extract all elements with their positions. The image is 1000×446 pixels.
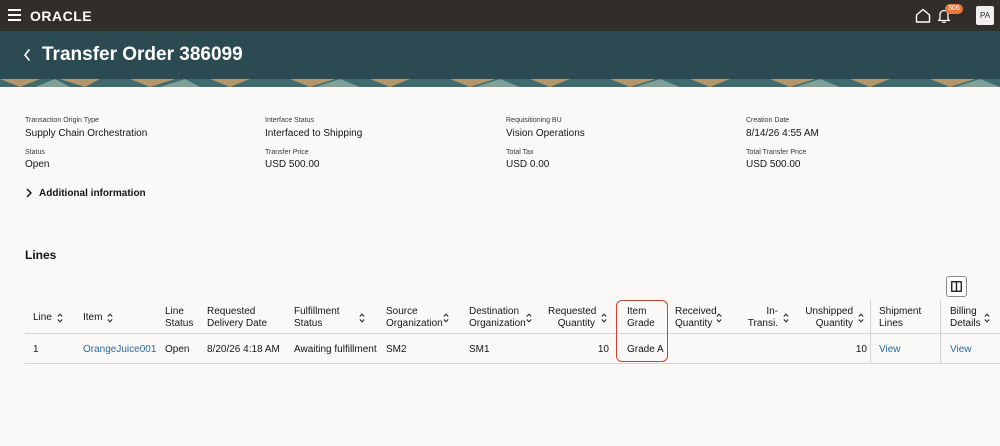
col-header-received-quantity[interactable]: Received Quantity <box>675 306 717 330</box>
col-header-fulfillment-status[interactable]: Fulfillment Status <box>294 306 340 330</box>
cell-source-organization: SM2 <box>386 344 407 355</box>
interface-status-label: Interface Status <box>265 117 315 124</box>
transaction-origin-type-value: Supply Chain Orchestration <box>25 128 148 139</box>
sort-icon[interactable] <box>783 313 789 323</box>
transfer-price-value: USD 500.00 <box>265 159 320 170</box>
additional-information-toggle[interactable]: Additional information <box>25 186 146 200</box>
oracle-logo[interactable]: ORACLE <box>30 8 92 24</box>
col-header-source-organization[interactable]: Source Organization <box>386 306 443 330</box>
col-header-line-status[interactable]: Line Status <box>165 306 193 330</box>
sort-icon[interactable] <box>107 313 113 323</box>
chevron-right-icon <box>26 188 32 198</box>
total-transfer-price-label: Total Transfer Price <box>746 149 807 156</box>
cell-requested-delivery-date: 8/20/26 4:18 AM <box>207 344 280 355</box>
col-header-billing-details[interactable]: Billing Details <box>950 306 981 330</box>
col-header-requested-delivery-date[interactable]: Requested Delivery Date <box>207 306 267 330</box>
item-link[interactable]: OrangeJuice001 <box>83 344 156 355</box>
back-icon[interactable] <box>22 48 32 62</box>
transfer-price-label: Transfer Price <box>265 149 309 156</box>
table-row-divider <box>25 363 1000 364</box>
item-grade-column-highlight <box>616 300 668 362</box>
sort-icon[interactable] <box>57 313 63 323</box>
cell-line: 1 <box>33 344 39 355</box>
cell-line-status: Open <box>165 344 190 355</box>
interface-status-value: Interfaced to Shipping <box>265 128 363 139</box>
column-divider <box>870 300 871 364</box>
sort-icon[interactable] <box>443 313 449 323</box>
col-header-shipment-lines[interactable]: Shipment Lines <box>879 306 921 330</box>
total-transfer-price-value: USD 500.00 <box>746 159 801 170</box>
col-header-destination-organization[interactable]: Destination Organization <box>469 306 526 330</box>
manage-columns-button[interactable] <box>946 276 967 297</box>
cell-requested-quantity: 10 <box>597 344 609 355</box>
col-header-item[interactable]: Item <box>83 312 102 324</box>
header-decorative-pattern <box>0 79 1000 87</box>
total-tax-value: USD 0.00 <box>506 159 550 170</box>
cell-fulfillment-status: Awaiting fulfillment <box>294 344 377 355</box>
status-label: Status <box>25 149 45 156</box>
lines-section-title: Lines <box>25 248 57 262</box>
table-header-divider <box>25 333 1000 334</box>
notification-count-badge: 306 <box>945 4 963 14</box>
col-header-requested-quantity[interactable]: Requested Quantity <box>548 306 596 330</box>
home-icon[interactable] <box>915 8 931 23</box>
cell-destination-organization: SM1 <box>469 344 490 355</box>
sort-icon[interactable] <box>601 313 607 323</box>
creation-date-label: Creation Date <box>746 117 790 124</box>
col-header-in-transit[interactable]: In- Transi. <box>744 306 778 330</box>
sort-icon[interactable] <box>858 313 864 323</box>
requisitioning-bu-value: Vision Operations <box>506 128 585 139</box>
page-title: Transfer Order 386099 <box>42 44 243 65</box>
requisitioning-bu-label: Requisitioning BU <box>506 117 562 124</box>
menu-icon[interactable] <box>8 9 21 21</box>
status-value: Open <box>25 159 50 170</box>
sort-icon[interactable] <box>716 313 722 323</box>
cell-unshipped-quantity: 10 <box>855 344 867 355</box>
sort-icon[interactable] <box>359 313 365 323</box>
total-tax-label: Total Tax <box>506 149 534 156</box>
user-avatar[interactable]: PA <box>976 6 994 25</box>
sort-icon[interactable] <box>526 313 532 323</box>
additional-information-label: Additional information <box>39 187 146 199</box>
billing-details-view-link[interactable]: View <box>950 344 972 355</box>
shipment-lines-view-link[interactable]: View <box>879 344 901 355</box>
creation-date-value: 8/14/26 4:55 AM <box>746 128 819 139</box>
global-header: ORACLE 306 PA <box>0 0 1000 31</box>
columns-icon <box>951 281 962 292</box>
col-header-line[interactable]: Line <box>33 312 52 324</box>
column-divider <box>940 300 941 364</box>
sort-icon[interactable] <box>984 313 990 323</box>
transaction-origin-type-label: Transaction Origin Type <box>25 117 99 124</box>
page-header: Transfer Order 386099 <box>0 31 1000 79</box>
col-header-unshipped-quantity[interactable]: Unshipped Quantity <box>802 306 853 330</box>
